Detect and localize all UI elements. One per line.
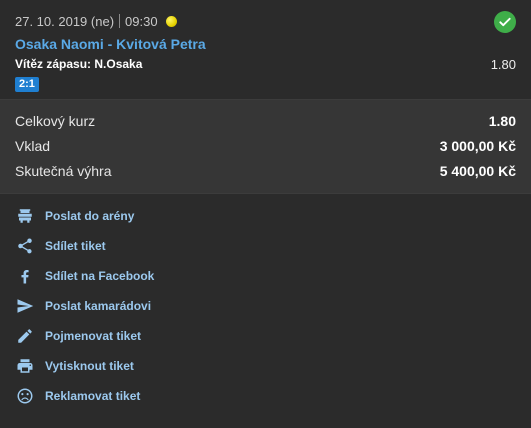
- match-meta: 27. 10. 2019 (ne) 09:30: [15, 12, 516, 30]
- print-ticket-action[interactable]: Vytisknout tiket: [0, 351, 531, 381]
- ticket-summary: Celkový kurz 1.80 Vklad 3 000,00 Kč Skut…: [0, 100, 531, 194]
- stake-value: 3 000,00 Kč: [439, 137, 516, 154]
- action-label: Sdílet na Facebook: [45, 269, 155, 283]
- total-odds-value: 1.80: [488, 112, 516, 129]
- selection-label: Vítěz zápasu: N.Osaka: [15, 57, 143, 71]
- match-title-link[interactable]: Osaka Naomi - Kvitová Petra: [15, 36, 516, 52]
- sad-face-icon: [15, 386, 35, 406]
- selection-odd: 1.80: [490, 57, 516, 72]
- total-odds-label: Celkový kurz: [15, 112, 96, 129]
- action-label: Poslat kamarádovi: [45, 299, 152, 313]
- pencil-icon: [15, 326, 35, 346]
- total-odds-row: Celkový kurz 1.80: [15, 108, 516, 133]
- rename-ticket-action[interactable]: Pojmenovat tiket: [0, 321, 531, 351]
- ticket-actions: Poslat do arény Sdílet tiket Sdílet na F…: [0, 194, 531, 411]
- score-badge: 2:1: [15, 77, 39, 92]
- send-to-friend-action[interactable]: Poslat kamarádovi: [0, 291, 531, 321]
- match-date: 27. 10. 2019 (ne): [15, 13, 115, 29]
- actual-win-value: 5 400,00 Kč: [439, 162, 516, 179]
- bet-header: 27. 10. 2019 (ne) 09:30 Osaka Naomi - Kv…: [0, 0, 531, 100]
- action-label: Pojmenovat tiket: [45, 329, 142, 343]
- meta-divider: [119, 14, 121, 28]
- share-ticket-action[interactable]: Sdílet tiket: [0, 231, 531, 261]
- action-label: Sdílet tiket: [45, 239, 106, 253]
- send-to-arena-action[interactable]: Poslat do arény: [0, 201, 531, 231]
- share-icon: [15, 236, 35, 256]
- stake-label: Vklad: [15, 137, 51, 154]
- selection-row: Vítěz zápasu: N.Osaka 1.80: [15, 57, 516, 72]
- printer-icon: [15, 356, 35, 376]
- send-icon: [15, 296, 35, 316]
- action-label: Vytisknout tiket: [45, 359, 134, 373]
- stake-row: Vklad 3 000,00 Kč: [15, 133, 516, 158]
- complain-ticket-action[interactable]: Reklamovat tiket: [0, 381, 531, 411]
- win-check-icon: [494, 11, 516, 33]
- arena-icon: [15, 206, 35, 226]
- action-label: Poslat do arény: [45, 209, 135, 223]
- share-facebook-action[interactable]: Sdílet na Facebook: [0, 261, 531, 291]
- actual-win-row: Skutečná výhra 5 400,00 Kč: [15, 158, 516, 183]
- actual-win-label: Skutečná výhra: [15, 162, 112, 179]
- match-time: 09:30: [125, 13, 158, 29]
- action-label: Reklamovat tiket: [45, 389, 141, 403]
- facebook-icon: [15, 266, 35, 286]
- tennis-ball-icon: [165, 15, 177, 27]
